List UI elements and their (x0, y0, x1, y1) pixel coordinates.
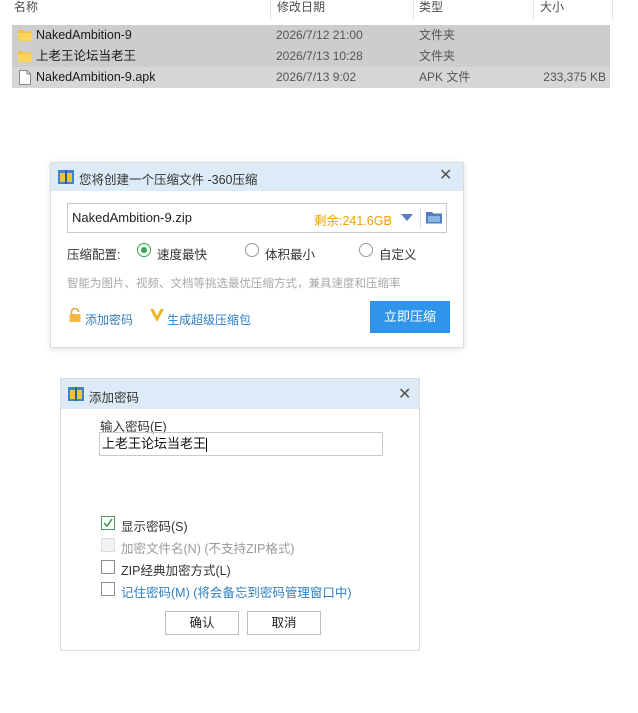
folder-icon (18, 30, 32, 41)
file-row[interactable]: NakedAmbition-9 2026/7/12 21:00 文件夹 (12, 25, 610, 46)
encrypt-filename-label: 加密文件名(N) (不支持ZIP格式) (121, 542, 295, 556)
file-date: 2026/7/12 21:00 (276, 28, 363, 42)
text-caret (206, 437, 208, 452)
lock-icon[interactable] (68, 308, 82, 322)
file-name: NakedAmbition-9 (36, 28, 132, 42)
file-date: 2026/7/13 10:28 (276, 49, 363, 63)
radio-label-fastest[interactable]: 速度最快 (157, 244, 207, 263)
file-type: APK 文件 (419, 70, 471, 84)
dialog-title-bar[interactable]: 您将创建一个压缩文件 -360压缩 ✕ (51, 163, 463, 191)
zip-classic-encryption-checkbox[interactable] (101, 560, 115, 574)
config-description: 智能为图片、视频、文档等挑选最优压缩方式，兼具速度和压缩率 (67, 278, 401, 290)
file-list: 名称 修改日期 类型 大小 NakedAmbition-9 2026/7/12 … (0, 0, 638, 95)
column-header-name[interactable]: 名称 (14, 0, 38, 22)
cancel-button[interactable]: 取消 (247, 611, 321, 635)
zip-classic-encryption-label[interactable]: ZIP经典加密方式(L) (121, 560, 231, 579)
close-icon[interactable]: ✕ (439, 168, 452, 184)
column-header-type[interactable]: 类型 (419, 0, 443, 22)
column-divider[interactable] (413, 0, 414, 20)
compress-dialog: 您将创建一个压缩文件 -360压缩 ✕ NakedAmbition-9.zip … (50, 162, 464, 348)
column-divider[interactable] (612, 0, 613, 20)
radio-fastest[interactable] (137, 243, 151, 257)
super-package-link[interactable]: 生成超级压缩包 (167, 311, 251, 328)
output-path-field[interactable]: NakedAmbition-9.zip 剩余:241.6GB (67, 203, 447, 233)
show-password-label[interactable]: 显示密码(S) (121, 516, 188, 535)
file-type: 文件夹 (419, 28, 456, 42)
column-divider[interactable] (533, 0, 534, 20)
divider (420, 208, 421, 228)
remember-password-label[interactable]: 记住密码(M) (将会备忘到密码管理窗口中) (121, 582, 352, 601)
radio-label-smallest[interactable]: 体积最小 (265, 244, 315, 263)
column-header-size[interactable]: 大小 (540, 0, 564, 22)
app-icon (58, 170, 74, 184)
file-row[interactable]: 上老王论坛当老王 2026/7/13 10:28 文件夹 (12, 46, 610, 67)
file-type: 文件夹 (419, 49, 456, 63)
compress-now-button[interactable]: 立即压缩 (370, 301, 450, 333)
checkmark-icon (103, 518, 113, 528)
folder-browse-icon[interactable] (426, 211, 442, 224)
radio-label-custom[interactable]: 自定义 (379, 244, 417, 263)
file-name: NakedAmbition-9.apk (36, 70, 156, 84)
close-icon[interactable]: ✕ (398, 387, 411, 403)
file-icon (19, 70, 31, 85)
remember-password-checkbox[interactable] (101, 582, 115, 596)
file-name: 上老王论坛当老王 (36, 49, 137, 63)
zip-filename: NakedAmbition-9.zip (72, 210, 192, 225)
add-password-dialog: 添加密码 ✕ 输入密码(E) 上老王论坛当老王 显示密码(S) 加密文件名(N)… (60, 378, 420, 651)
app-icon (68, 387, 84, 401)
dialog-title-bar[interactable]: 添加密码 ✕ (61, 379, 419, 409)
file-row[interactable]: NakedAmbition-9.apk 2026/7/13 9:02 APK 文… (12, 67, 610, 88)
file-size: 233,375 KB (543, 70, 606, 84)
file-date: 2026/7/13 9:02 (276, 70, 357, 84)
remaining-space: 剩余:241.6GB (314, 214, 392, 228)
show-password-checkbox[interactable] (101, 516, 115, 530)
confirm-button[interactable]: 确认 (165, 611, 239, 635)
password-value: 上老王论坛当老王 (102, 436, 207, 451)
config-label: 压缩配置: (67, 248, 121, 262)
v-logo-icon[interactable] (149, 307, 165, 323)
add-password-link[interactable]: 添加密码 (85, 311, 133, 328)
dialog-title: 添加密码 (89, 391, 140, 405)
column-header-date[interactable]: 修改日期 (277, 0, 325, 22)
password-input[interactable]: 上老王论坛当老王 (99, 432, 383, 456)
dialog-title: 您将创建一个压缩文件 -360压缩 (79, 173, 258, 187)
radio-custom[interactable] (359, 243, 373, 257)
column-divider[interactable] (270, 0, 271, 20)
encrypt-filename-checkbox (101, 538, 115, 552)
chevron-down-icon[interactable] (401, 214, 413, 221)
folder-icon (18, 51, 32, 62)
radio-smallest[interactable] (245, 243, 259, 257)
